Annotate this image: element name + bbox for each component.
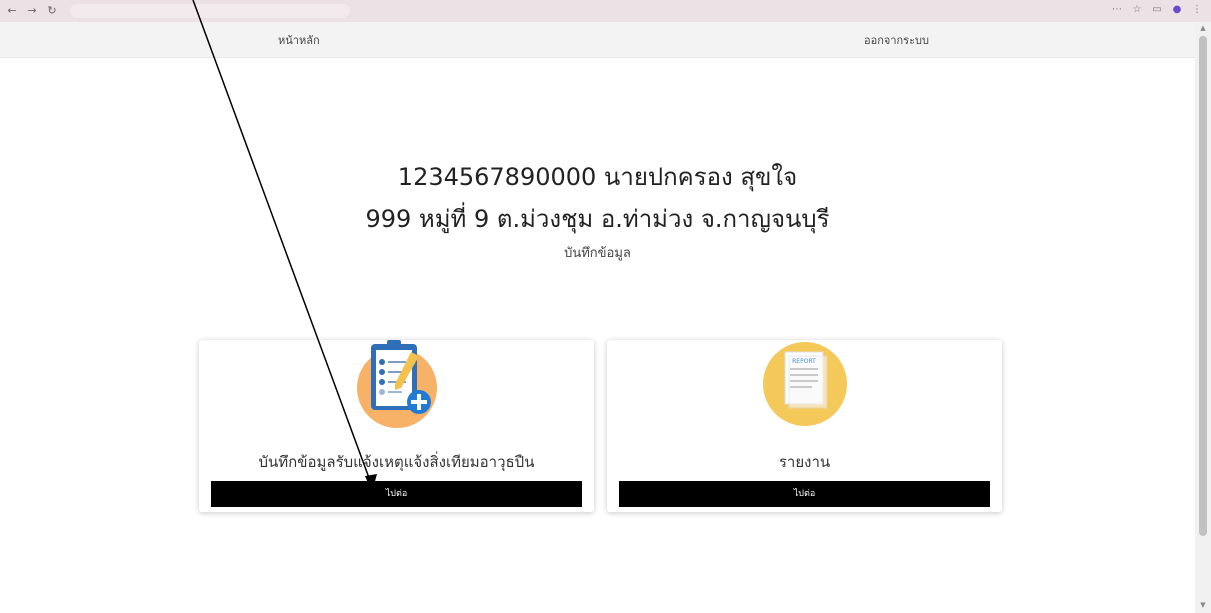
address-bar[interactable] [70,4,350,18]
window-icon[interactable]: ▭ [1151,4,1163,16]
report-document-icon: REPORT [762,342,847,426]
nav-logout-link[interactable]: ออกจากระบบ [864,31,929,49]
browser-toolbar: ← → ↻ ⋯ ☆ ▭ ● ⋮ [0,0,1211,22]
page-subtitle: บันทึกข้อมูล [564,246,631,261]
record-proceed-button[interactable]: ไปต่อ [211,481,582,507]
record-data-card: บันทึกข้อมูลรับแจ้งเหตุแจ้งสิ่งเทียมอาวุ… [199,340,594,512]
report-card: REPORT รายงาน ไปต่อ [607,340,1002,512]
profile-icon[interactable]: ● [1171,4,1183,16]
reload-icon[interactable]: ↻ [46,5,58,17]
nav-home-link[interactable]: หน้าหลัก [278,31,320,49]
user-address: 999 หมู่ที่ 9 ต.ม่วงชุม อ.ท่าม่วง จ.กาญจ… [365,205,830,233]
scroll-up-icon[interactable]: ▲ [1199,24,1207,32]
extension-icon[interactable]: ⋯ [1111,4,1123,16]
user-header: 1234567890000 นายปกครอง สุขใจ 999 หมู่ที… [0,160,1195,263]
clipboard-checklist-icon [356,340,437,428]
back-icon[interactable]: ← [6,5,18,17]
page-scrollbar[interactable]: ▲ ▼ [1195,22,1211,613]
annotation-arrow [192,0,377,492]
forward-icon[interactable]: → [26,5,38,17]
menu-icon[interactable]: ⋮ [1191,4,1203,16]
record-card-title: บันทึกข้อมูลรับแจ้งเหตุแจ้งสิ่งเทียมอาวุ… [258,453,535,471]
star-icon[interactable]: ☆ [1131,4,1143,16]
top-navbar: หน้าหลัก ออกจากระบบ [0,22,1195,58]
user-id-name: 1234567890000 นายปกครอง สุขใจ [397,163,798,191]
report-proceed-button[interactable]: ไปต่อ [619,481,990,507]
scroll-down-icon[interactable]: ▼ [1199,601,1207,609]
scroll-thumb[interactable] [1199,36,1207,536]
report-card-title: รายงาน [778,453,831,471]
svg-text:REPORT: REPORT [792,358,816,365]
